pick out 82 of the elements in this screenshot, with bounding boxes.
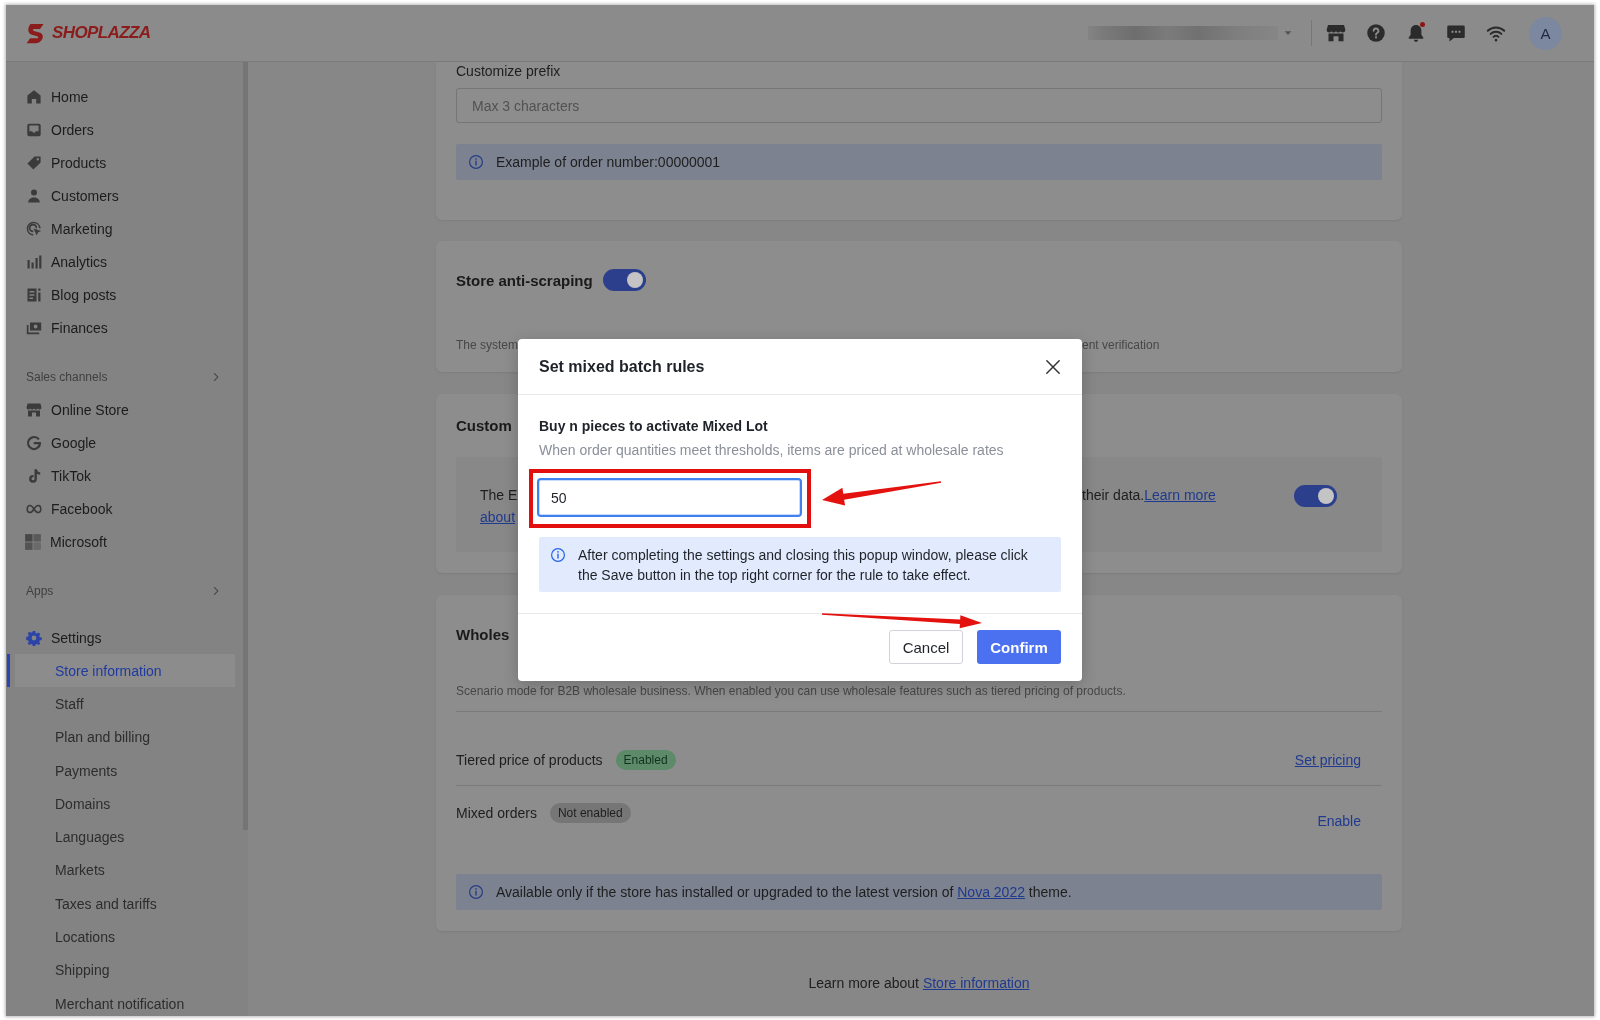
section-heading: Apps [26, 583, 54, 598]
music-note-icon [26, 467, 42, 484]
confirm-button[interactable]: Confirm [977, 630, 1061, 664]
store-information-link[interactable]: Store information [922, 975, 1030, 991]
nav-item[interactable]: Products [7, 146, 235, 179]
row-label: Mixed orders [456, 805, 537, 821]
toggle-switch[interactable] [602, 269, 646, 291]
status-badge: Enabled [615, 750, 676, 770]
document-icon [26, 286, 42, 303]
card-title: Custom [456, 416, 512, 434]
inbox-icon [26, 121, 42, 138]
info-icon [550, 547, 566, 563]
nav-item[interactable]: Taxes and tariffs [7, 887, 235, 921]
close-icon[interactable] [1044, 357, 1062, 376]
nav-item[interactable]: Home [7, 80, 235, 113]
nav-item[interactable]: Google [7, 426, 235, 459]
target-cursor-icon [26, 220, 42, 237]
nav-item[interactable]: Customers [7, 179, 235, 212]
card-description: The system [456, 338, 518, 352]
theme-link[interactable]: Nova 2022 [957, 884, 1025, 900]
bar-chart-icon [26, 253, 42, 270]
status-badge: Not enabled [549, 803, 631, 823]
card-description: ent verification [1082, 337, 1160, 353]
storefront-icon[interactable] [1326, 23, 1346, 43]
avatar[interactable]: A [1529, 16, 1562, 50]
bell-icon[interactable] [1406, 23, 1426, 43]
help-icon[interactable] [1366, 23, 1386, 43]
nav-item[interactable]: Payments [7, 753, 235, 788]
nav-item[interactable]: TikTok [7, 459, 235, 492]
nav-item[interactable]: Marketing [7, 212, 235, 245]
card-description: Scenario mode for B2B wholesale business. When enabled you can use wholesale features such as tiered pricing of products. [456, 683, 1126, 699]
settings-icon [26, 629, 42, 646]
nav-item[interactable]: Online Store [7, 393, 235, 426]
tag-icon [26, 154, 42, 171]
info-text: After completing the settings and closing this popup window, please click the Save button in the top right corner for the rule to take effect. [578, 546, 1029, 585]
prefix-input[interactable]: Max 3 characters [456, 88, 1382, 123]
nav-item[interactable]: Languages [7, 820, 235, 854]
info-icon [468, 154, 484, 170]
info-text: Available only if the store has installed or upgraded to the latest version of Nova 2022 theme. [496, 884, 1072, 900]
nav-item[interactable]: Merchant notification [7, 986, 235, 1016]
nav-item[interactable]: Shipping [7, 953, 235, 987]
field-label: Buy n pieces to activate Mixed Lot [539, 417, 768, 436]
nav-item[interactable]: Domains [7, 787, 235, 821]
wifi-icon[interactable] [1486, 23, 1506, 43]
nav-item[interactable]: Facebook [7, 492, 235, 525]
nav-item[interactable]: Blog posts [7, 278, 235, 311]
section-heading: Sales channels [26, 369, 108, 384]
four-squares-icon [24, 532, 42, 551]
card-title: Store anti-scraping [456, 271, 593, 289]
toggle-switch[interactable] [1294, 485, 1337, 507]
field-label: Customize prefix [456, 62, 561, 80]
notice-text: The E [480, 486, 518, 505]
dialog-title: Set mixed batch rules [539, 357, 705, 376]
field-hint: When order quantities meet thresholds, items are priced at wholesale rates [539, 441, 1004, 460]
house-icon [26, 88, 42, 105]
nav-item[interactable]: Store information [7, 654, 235, 688]
nav-item[interactable]: Locations [7, 920, 235, 954]
card-title: Wholes [456, 625, 510, 643]
g-icon [26, 434, 42, 451]
nav-item[interactable]: Orders [7, 113, 235, 146]
nav-item[interactable]: Settings [7, 621, 235, 654]
chat-icon[interactable] [1446, 23, 1466, 43]
nav-item[interactable]: Finances [7, 311, 235, 344]
nav-item[interactable]: Markets [7, 853, 235, 888]
info-icon [468, 884, 484, 900]
logo-text: SHOPLAZZA [52, 23, 151, 43]
about-link[interactable]: about [480, 506, 516, 528]
action-button[interactable]: Enable [1317, 813, 1361, 829]
storefront-icon [26, 401, 42, 418]
learn-more-link[interactable]: Learn more [1144, 487, 1216, 503]
nav-item[interactable]: Staff [7, 687, 235, 721]
row-label: Tiered price of products [456, 752, 603, 768]
cancel-button[interactable]: Cancel [889, 630, 963, 664]
nav-item[interactable]: Plan and billing [7, 720, 235, 754]
nav-item[interactable]: Microsoft [7, 525, 235, 558]
nav-item[interactable]: Analytics [7, 245, 235, 278]
info-text: Example of order number:00000001 [496, 154, 721, 170]
quantity-input[interactable]: 50 [537, 478, 802, 517]
person-icon [26, 187, 42, 204]
notice-text: their data.Learn more [1082, 486, 1216, 505]
footer-text: Learn more about Store information [808, 974, 1030, 992]
action-link[interactable]: Set pricing [1294, 752, 1361, 768]
